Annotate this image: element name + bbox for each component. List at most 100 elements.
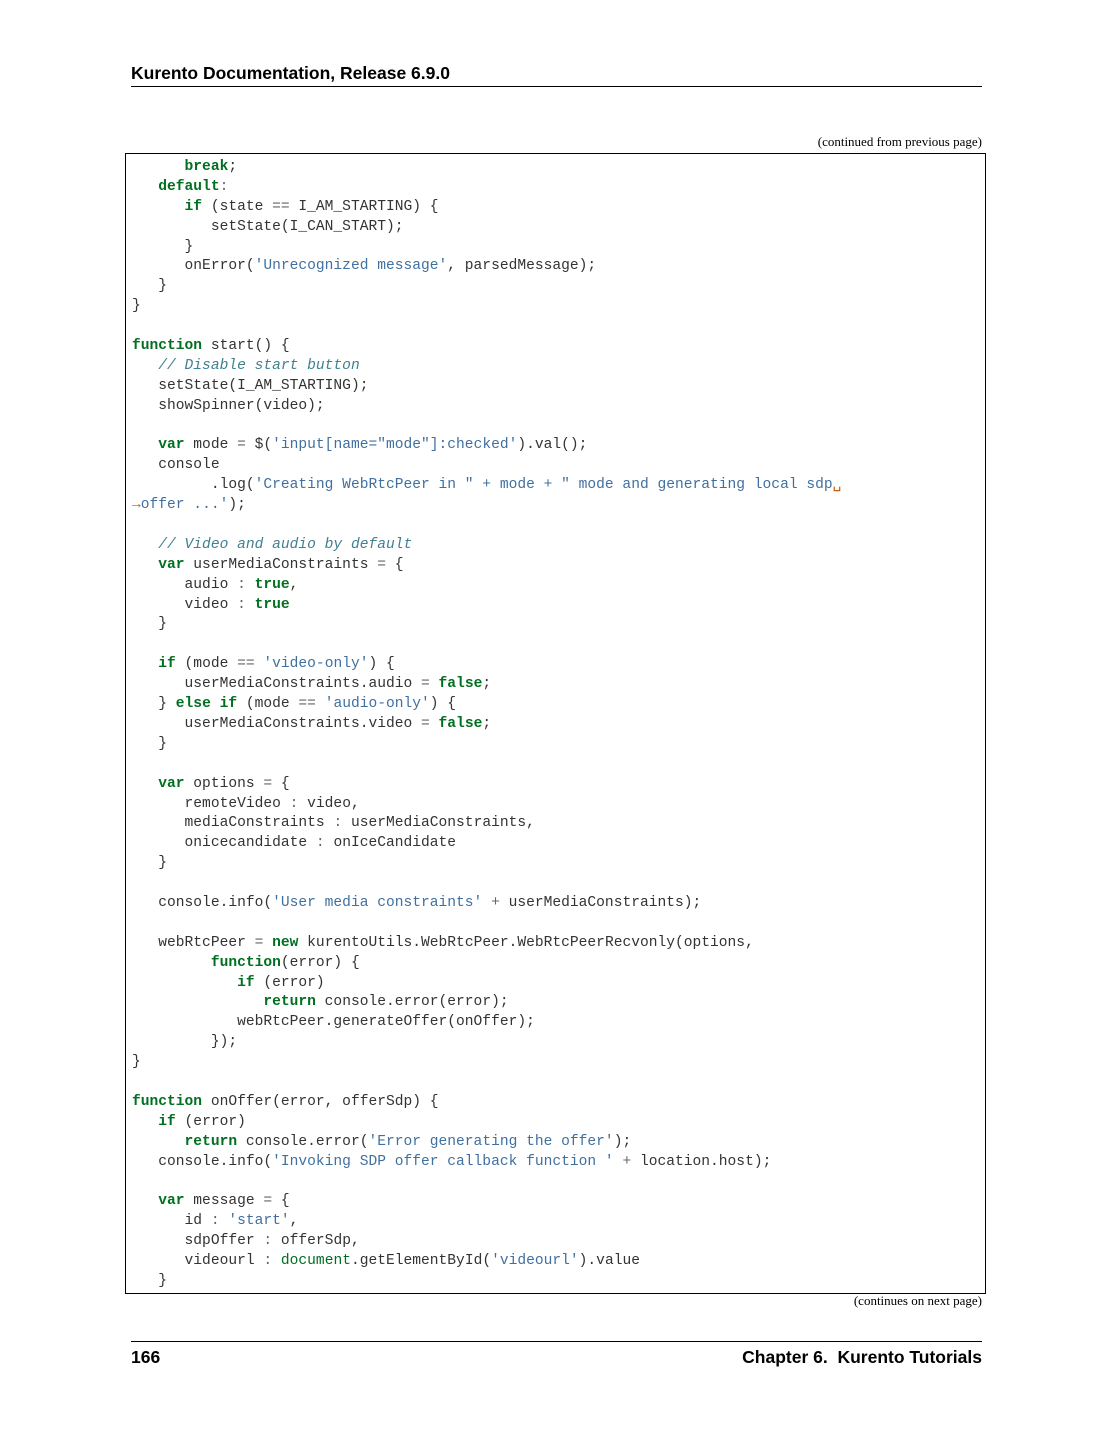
code-operator: :	[263, 1233, 273, 1250]
code-text: video,	[298, 795, 360, 812]
code-text: webRtcPeer.generateOffer(onOffer);	[132, 1014, 535, 1031]
code-text: userMediaConstraints.audio	[132, 676, 422, 693]
code-text: kurentoUtils.WebRtcPeer.WebRtcPeerRecvon…	[298, 934, 754, 951]
code-keyword: true	[254, 576, 290, 593]
code-line: setState(I_CAN_START);	[132, 218, 841, 238]
code-text: console	[132, 457, 220, 474]
code-text: , parsedMessage);	[447, 258, 597, 275]
code-text: ,	[289, 576, 299, 593]
code-text: location.host);	[631, 1153, 772, 1170]
code-line: console	[132, 456, 841, 476]
code-string: 'start'	[228, 1213, 290, 1230]
code-string: 'Unrecognized message'	[254, 258, 448, 275]
code-text: ).value	[578, 1252, 640, 1269]
code-text: ;	[228, 159, 238, 175]
code-operator: ==	[298, 696, 316, 713]
code-text: userMediaConstraints,	[342, 815, 535, 832]
code-string: 'audio-only'	[324, 696, 430, 713]
code-line: audio : true,	[132, 576, 841, 596]
code-operator: :	[263, 1252, 273, 1269]
line-continuation-marker: ␣	[832, 477, 842, 494]
code-comment: // Disable start button	[132, 357, 360, 374]
code-text: sdpOffer	[132, 1233, 264, 1250]
code-line: videourl : document.getElementById('vide…	[132, 1252, 841, 1272]
code-text: });	[132, 1034, 238, 1051]
code-line: }	[132, 615, 841, 635]
code-line: }	[132, 297, 841, 317]
code-line: if (mode == 'video-only') {	[132, 655, 841, 675]
code-operator: :	[333, 815, 343, 832]
code-line: →offer ...');	[132, 496, 841, 516]
code-text: showSpinner(video);	[132, 397, 325, 414]
page-number: 166	[131, 1347, 161, 1367]
code-line: setState(I_AM_STARTING);	[132, 377, 841, 397]
code-line: }	[132, 1053, 841, 1073]
code-text: (error)	[175, 1113, 246, 1130]
code-text: (error) {	[280, 954, 360, 971]
code-operator: =	[237, 437, 246, 454]
code-text: console.error(error);	[315, 994, 509, 1011]
code-operator: =	[421, 715, 430, 732]
code-text: ).val();	[517, 437, 588, 454]
code-line: default:	[132, 178, 841, 198]
code-text: offerSdp,	[272, 1233, 360, 1250]
code-line: if (state == I_AM_STARTING) {	[132, 198, 841, 218]
code-operator: ==	[237, 656, 255, 673]
code-builtin: document	[280, 1252, 351, 1269]
code-keyword: function	[132, 338, 203, 355]
code-text: (mode	[237, 696, 299, 713]
line-continuation-marker: →	[132, 497, 141, 514]
code-line: remoteVideo : video,	[132, 795, 841, 815]
code-line: .log('Creating WebRtcPeer in " + mode + …	[132, 476, 842, 496]
code-text: .log(	[132, 477, 255, 494]
code-keyword: var	[132, 775, 185, 792]
code-text: setState(I_AM_STARTING);	[132, 377, 369, 394]
code-text: webRtcPeer	[132, 934, 255, 951]
code-line: // Disable start button	[132, 357, 841, 377]
code-text: mediaConstraints	[132, 815, 334, 832]
code-text: {	[272, 1193, 290, 1210]
code-line: var message = {	[132, 1192, 841, 1212]
code-keyword: false	[438, 715, 483, 732]
code-keyword: false	[438, 676, 483, 693]
code-line: userMediaConstraints.audio = false;	[132, 675, 841, 695]
code-text: onOffer(error, offerSdp) {	[202, 1093, 439, 1110]
code-text: message	[184, 1193, 264, 1210]
code-line: }	[132, 238, 841, 258]
code-text: options	[184, 775, 264, 792]
code-operator: ==	[272, 198, 290, 215]
footer-divider	[131, 1341, 982, 1342]
code-text: (error)	[254, 974, 325, 991]
code-text: (mode	[175, 656, 238, 673]
code-line: }	[132, 1272, 841, 1292]
code-line: function start() {	[132, 337, 841, 357]
code-line: if (error)	[132, 1113, 841, 1133]
code-text: console.info(	[132, 1153, 273, 1170]
code-text: video	[132, 596, 238, 613]
code-text: .getElementById(	[350, 1252, 492, 1269]
code-text: mode	[184, 437, 238, 454]
code-text: );	[228, 497, 246, 514]
code-line: var mode = $('input[name="mode"]:checked…	[132, 436, 841, 456]
code-text: audio	[132, 576, 238, 593]
code-line: onicecandidate : onIceCandidate	[132, 834, 841, 854]
code-line: function(error) {	[132, 954, 841, 974]
code-text: }	[132, 238, 194, 255]
code-operator: =	[421, 676, 430, 693]
continues-on-label: (continues on next page)	[853, 1293, 982, 1308]
code-line: id : 'start',	[132, 1212, 841, 1232]
code-text: }	[132, 735, 168, 752]
code-text: videourl	[132, 1252, 264, 1269]
code-text: ) {	[368, 656, 395, 673]
code-string: 'Creating WebRtcPeer in " + mode + " mod…	[254, 477, 833, 494]
code-line: webRtcPeer.generateOffer(onOffer);	[132, 1013, 841, 1033]
code-keyword: break	[132, 159, 229, 175]
code-text: {	[385, 556, 404, 573]
code-string: 'video-only'	[263, 656, 369, 673]
